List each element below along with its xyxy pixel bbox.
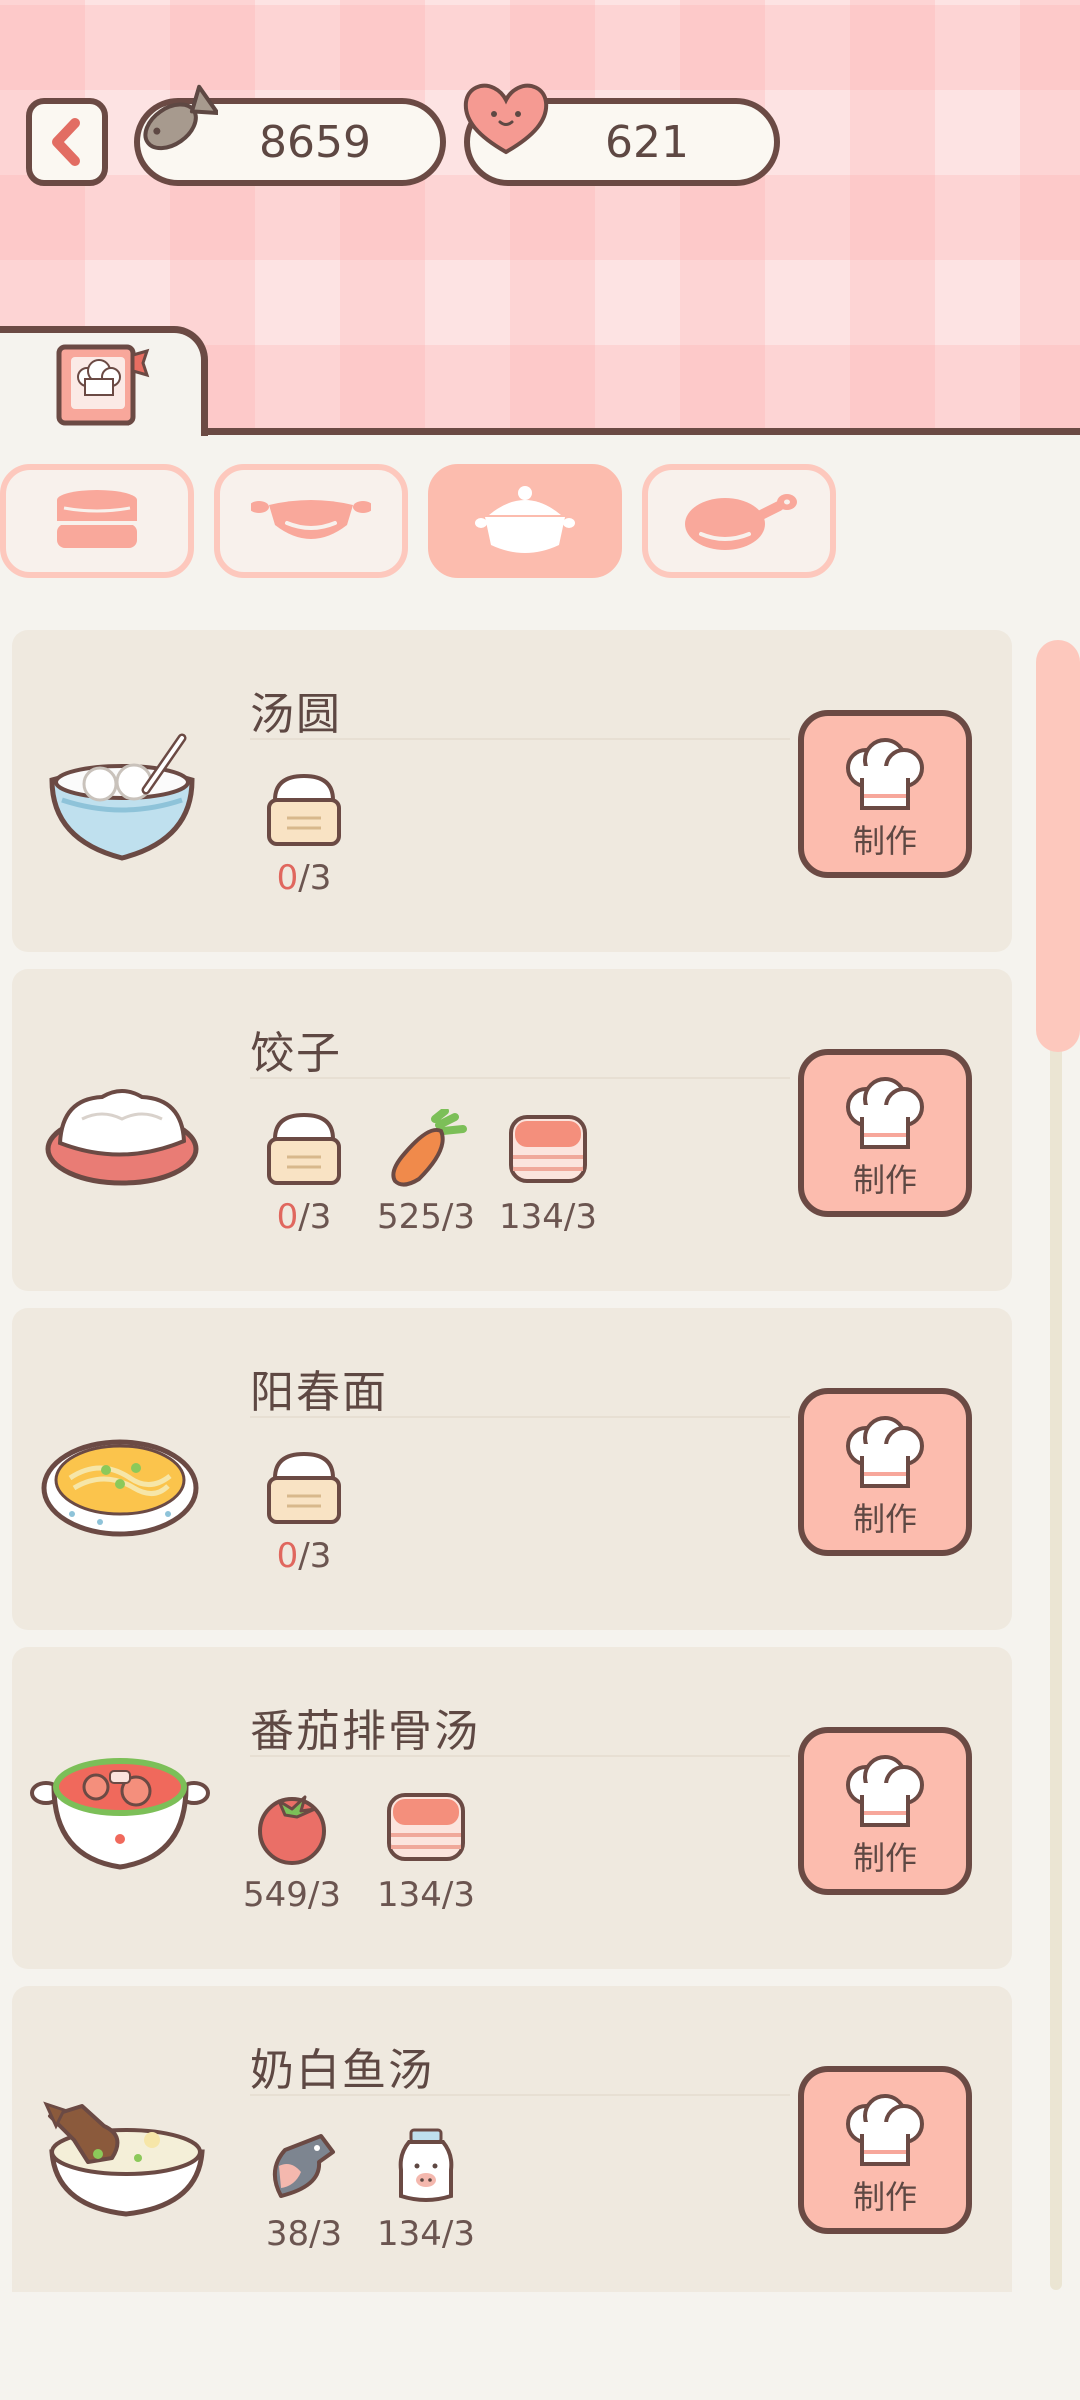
tab-recipe-book[interactable] (0, 326, 208, 436)
category-pot-button[interactable] (428, 464, 622, 578)
tab-divider (200, 428, 1080, 435)
ingredient-have: 525 (377, 1197, 442, 1237)
title-underline (250, 1755, 790, 1757)
ingredient-fish: 38/3 (244, 2126, 364, 2254)
ingredient-milk: 134/3 (366, 2126, 486, 2254)
make-button[interactable]: 制作 (798, 2066, 972, 2234)
dumplings-plate-icon (45, 1089, 199, 1186)
make-button-label: 制作 (852, 1839, 917, 1877)
carrot-icon (391, 1107, 467, 1187)
ingredient-need: /3 (563, 1197, 597, 1237)
category-wok-button[interactable] (214, 464, 408, 578)
ingredient-need: /3 (298, 1197, 332, 1237)
ingredient-have: 549 (243, 1875, 308, 1915)
tab-strip (0, 326, 1080, 436)
recipe-card-yangchunmian: 阳春面 0/3 制作 (12, 1308, 1012, 1630)
title-underline (250, 1077, 790, 1079)
ingredient-flour: 0/3 (244, 1109, 364, 1237)
chef-hat-icon (846, 738, 924, 810)
make-button[interactable]: 制作 (798, 1049, 972, 1217)
ingredient-need: /3 (441, 1197, 475, 1237)
ingredient-have: 0 (276, 858, 299, 898)
ingredient-have: 0 (276, 1197, 299, 1237)
recipe-card-fish-soup: 奶白鱼汤 38/3 134/3 制作 (12, 1986, 1012, 2292)
recipe-name: 阳春面 (250, 1367, 388, 1418)
ingredient-have: 134 (377, 2214, 442, 2254)
make-button[interactable]: 制作 (798, 710, 972, 878)
category-steamer-button[interactable] (0, 464, 194, 578)
ingredient-need: /3 (309, 2214, 343, 2254)
recipe-card-tangyuan: 汤圆 0/3 制作 (12, 630, 1012, 952)
recipe-card-tomato-rib-soup: 番茄排骨汤 549/3 134/3 制作 (12, 1647, 1012, 1969)
ingredient-need: /3 (441, 2214, 475, 2254)
flour-icon (267, 1451, 341, 1524)
ingredient-need: /3 (307, 1875, 341, 1915)
fish-currency-value: 8659 (259, 116, 371, 168)
wok-icon (251, 500, 371, 539)
chevron-left-icon (52, 118, 80, 166)
title-underline (250, 2094, 790, 2096)
make-button-label: 制作 (852, 1500, 917, 1538)
heart-currency-counter: 621 (463, 83, 780, 186)
make-button[interactable]: 制作 (798, 1388, 972, 1556)
recipe-name: 汤圆 (250, 689, 342, 740)
ingredient-flour: 0/3 (244, 770, 364, 898)
ingredient-have: 38 (265, 2214, 310, 2254)
ingredient-need: /3 (298, 858, 332, 898)
noodle-bowl-icon (41, 1439, 199, 1537)
tomato-icon (258, 1795, 326, 1865)
heart-currency-value: 621 (605, 116, 689, 168)
ingredient-have: 0 (276, 1536, 299, 1576)
pot-icon (475, 486, 575, 553)
flour-icon (267, 1112, 341, 1185)
ingredient-have: 134 (499, 1197, 564, 1237)
recipe-book-icon (56, 344, 149, 425)
chef-hat-icon (846, 1755, 924, 1827)
title-underline (250, 738, 790, 740)
back-button[interactable] (26, 98, 108, 186)
chef-hat-icon (846, 2094, 924, 2166)
ingredient-meat: 134/3 (488, 1109, 608, 1237)
fish-icon (143, 84, 218, 151)
fish-soup-icon (43, 2101, 205, 2217)
meat-icon (509, 1115, 587, 1183)
heart-icon (463, 83, 549, 155)
fish-icon (273, 2134, 335, 2198)
recipe-card-jiaozi: 饺子 0/3 525/3 134/3 制作 (12, 969, 1012, 1291)
frying-pan-icon (685, 494, 797, 550)
steamer-icon (57, 490, 137, 548)
ingredient-need: /3 (441, 1875, 475, 1915)
recipe-name: 番茄排骨汤 (250, 1706, 480, 1757)
ingredient-need: /3 (298, 1536, 332, 1576)
ingredient-carrot: 525/3 (366, 1107, 486, 1237)
title-underline (250, 1416, 790, 1418)
ingredient-flour: 0/3 (244, 1448, 364, 1576)
recipe-name: 奶白鱼汤 (250, 2045, 434, 2096)
chef-hat-icon (846, 1077, 924, 1149)
chef-hat-icon (846, 1416, 924, 1488)
milk-icon (398, 2128, 454, 2202)
ingredient-meat: 134/3 (366, 1787, 486, 1915)
ingredient-tomato: 549/3 (232, 1787, 352, 1915)
make-button-label: 制作 (852, 2178, 917, 2216)
tomato-rib-soup-icon (30, 1758, 210, 1870)
ingredient-have: 134 (377, 1875, 442, 1915)
tangyuan-bowl-icon (49, 733, 195, 861)
flour-icon (267, 773, 341, 846)
make-button[interactable]: 制作 (798, 1727, 972, 1895)
recipe-name: 饺子 (250, 1028, 342, 1079)
scrollbar-thumb[interactable] (1036, 640, 1080, 1052)
category-frying-pan-button[interactable] (642, 464, 836, 578)
fish-currency-counter: 8659 (134, 84, 446, 186)
make-button-label: 制作 (852, 1161, 917, 1199)
make-button-label: 制作 (852, 822, 917, 860)
meat-icon (387, 1793, 465, 1861)
